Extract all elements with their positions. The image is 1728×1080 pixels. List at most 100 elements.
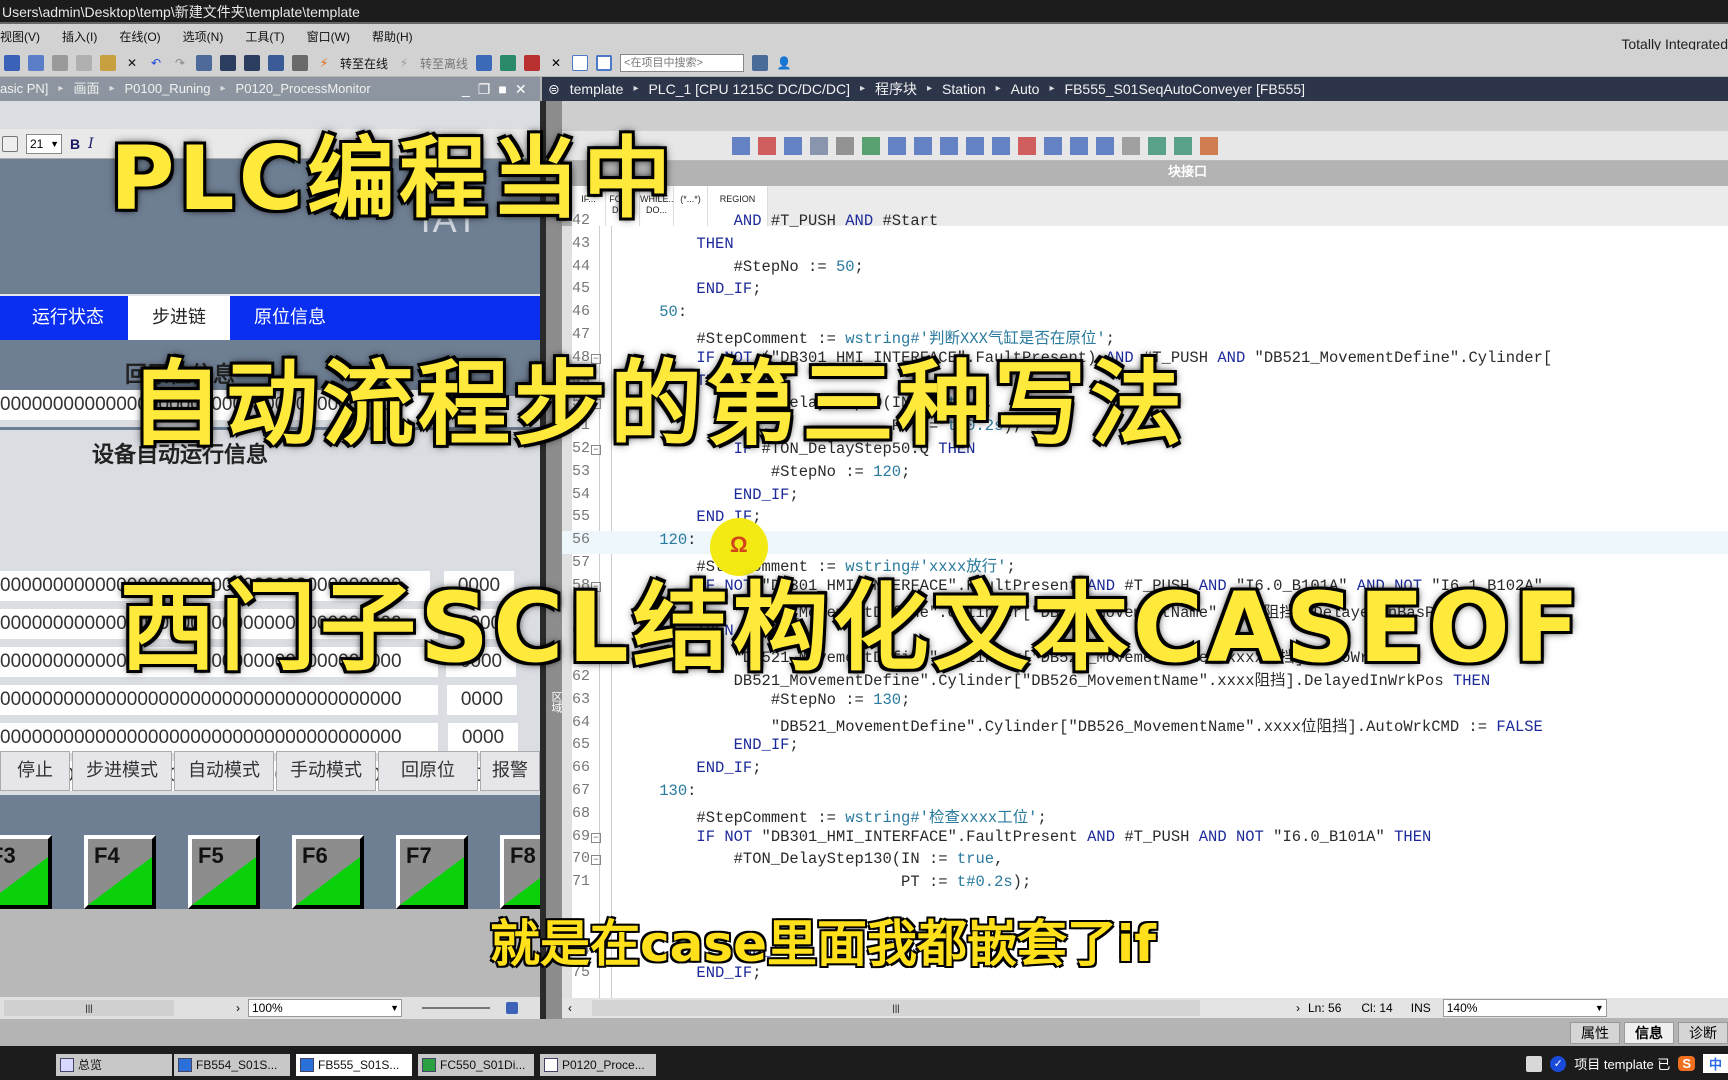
editor-tool-icon[interactable] — [940, 136, 958, 155]
ime-mode[interactable]: 中 — [1702, 1054, 1728, 1073]
editor-tool-icon[interactable] — [784, 136, 802, 155]
taskbar-item[interactable]: P0120_Proce... — [540, 1054, 656, 1076]
code-line[interactable]: 63 #StepNo := 130; — [562, 691, 1728, 714]
editor-tool-icon[interactable] — [1122, 136, 1140, 155]
user-icon[interactable]: 👤 — [776, 55, 792, 71]
upload-icon[interactable] — [244, 55, 260, 71]
editor-tool-icon[interactable] — [1174, 136, 1192, 155]
function-key[interactable]: F4 — [84, 835, 156, 909]
mode-button[interactable]: 步进模式 — [72, 751, 172, 791]
function-key[interactable]: F5 — [188, 835, 260, 909]
cut-icon[interactable] — [52, 55, 68, 71]
code-line[interactable]: 68 #StepComment := wstring#'检查xxxx工位'; — [562, 805, 1728, 828]
download-icon[interactable] — [220, 55, 236, 71]
menu-item[interactable]: 插入(I) — [62, 24, 97, 50]
editor-tool-icon[interactable] — [992, 136, 1010, 155]
code-line[interactable]: 70− #TON_DelayStep130(IN := true, — [562, 850, 1728, 873]
editor-tool-icon[interactable] — [732, 136, 750, 155]
breadcrumb-item[interactable]: P0120_ProcessMonitor — [236, 77, 371, 101]
editor-tool-icon[interactable] — [1070, 136, 1088, 155]
close-icon[interactable]: ✕ — [515, 77, 527, 101]
inspector-tab[interactable]: 属性 — [1570, 1022, 1620, 1044]
mode-button[interactable]: 报警 — [480, 751, 540, 791]
italic-button[interactable]: I — [88, 136, 94, 152]
code-line[interactable]: 46 50: — [562, 303, 1728, 326]
copy-icon[interactable] — [76, 55, 92, 71]
bold-button[interactable]: B — [70, 136, 80, 152]
menu-item[interactable]: 选项(N) — [183, 24, 224, 50]
fit-icon[interactable] — [506, 1002, 518, 1014]
save-icon[interactable] — [4, 55, 20, 71]
menu-item[interactable]: 在线(O) — [119, 24, 160, 50]
mode-button[interactable]: 停止 — [0, 751, 70, 791]
mode-button[interactable]: 手动模式 — [276, 751, 376, 791]
code-line[interactable]: 54 END_IF; — [562, 486, 1728, 509]
hmi-tab[interactable]: 运行状态 — [0, 296, 128, 340]
taskbar-item[interactable]: FB554_S01S... — [174, 1054, 290, 1076]
breadcrumb-item[interactable]: Station — [942, 77, 986, 101]
breadcrumb-item[interactable]: FB555_S01SeqAutoConveyer [FB555] — [1065, 77, 1306, 101]
menu-item[interactable]: 工具(T) — [245, 24, 284, 50]
breadcrumb-item[interactable]: 画面 — [73, 77, 99, 101]
hmi-hscroll[interactable]: ||| — [4, 1000, 174, 1016]
fold-toggle-icon[interactable]: − — [591, 832, 601, 843]
close-icon[interactable]: ✕ — [548, 55, 564, 71]
panel-toggle-icon[interactable] — [1526, 1055, 1543, 1072]
editor-tool-icon[interactable] — [1200, 136, 1218, 155]
editor-tool-icon[interactable] — [1096, 136, 1114, 155]
scroll-right-icon[interactable]: › — [236, 1001, 240, 1015]
inspector-tab[interactable]: 信息 — [1624, 1022, 1674, 1044]
breadcrumb-item[interactable]: 程序块 — [875, 77, 917, 101]
editor-tool-icon[interactable] — [836, 136, 854, 155]
scroll-left-icon[interactable]: ‹ — [568, 1001, 572, 1015]
search-icon[interactable] — [752, 55, 769, 71]
code-line[interactable]: 43 THEN — [562, 235, 1728, 258]
code-line[interactable]: 65 END_IF; — [562, 736, 1728, 759]
go-online-button[interactable]: 转至在线 — [340, 55, 388, 72]
go-offline-button[interactable]: 转至离线 — [420, 55, 468, 72]
fold-toggle-icon[interactable]: − — [591, 855, 601, 866]
code-line[interactable]: 42 AND #T_PUSH AND #Start — [562, 212, 1728, 235]
editor-hscroll[interactable]: ||| — [592, 1000, 1200, 1016]
font-size-select[interactable]: 21 ▼ — [26, 133, 62, 154]
editor-tool-icon[interactable] — [862, 136, 880, 155]
editor-tool-icon[interactable] — [758, 136, 776, 155]
editor-tool-icon[interactable] — [888, 136, 906, 155]
hmi-zoom-slider[interactable] — [422, 1007, 490, 1009]
taskbar-item[interactable]: FB555_S01S... — [296, 1054, 412, 1076]
mode-button[interactable]: 自动模式 — [174, 751, 274, 791]
code-line[interactable]: 66 END_IF; — [562, 759, 1728, 782]
code-line[interactable]: 64 "DB521_MovementDefine".Cylinder["DB52… — [562, 714, 1728, 737]
function-key[interactable]: F7 — [396, 835, 468, 909]
code-line[interactable]: 67 130: — [562, 782, 1728, 805]
paste-icon[interactable] — [100, 55, 116, 71]
minimize-icon[interactable]: _ — [462, 77, 470, 101]
editor-tool-icon[interactable] — [914, 136, 932, 155]
accessible-devices-icon[interactable] — [476, 55, 493, 71]
delete-icon[interactable]: ✕ — [124, 55, 140, 71]
maximize-icon[interactable]: ■ — [498, 77, 506, 101]
breadcrumb-item[interactable]: P0100_Runing — [124, 77, 210, 101]
menu-item[interactable]: 视图(V) — [0, 24, 40, 50]
project-search-input[interactable]: <在项目中搜索> — [620, 54, 745, 72]
code-line[interactable]: 69− IF NOT "DB301_HMI_INTERFACE".FaultPr… — [562, 828, 1728, 851]
split-horizontal-icon[interactable] — [572, 55, 589, 71]
breadcrumb-item[interactable]: PLC_1 [CPU 1215C DC/DC/DC] — [648, 77, 850, 101]
simulate-icon[interactable] — [268, 55, 284, 71]
editor-tool-icon[interactable] — [1044, 136, 1062, 155]
inspector-tab[interactable]: 诊断 — [1678, 1022, 1728, 1044]
taskbar-item[interactable]: FC550_S01Di... — [418, 1054, 534, 1076]
compile-icon[interactable] — [196, 55, 212, 71]
editor-tool-icon[interactable] — [966, 136, 984, 155]
block-interface-label[interactable]: 块接口 — [1168, 161, 1207, 180]
scroll-right-icon[interactable]: › — [1296, 1001, 1300, 1015]
undo-icon[interactable]: ↶ — [148, 55, 164, 71]
editor-zoom-select[interactable]: 140% ▼ — [1442, 999, 1607, 1017]
breadcrumb-item[interactable]: template — [570, 77, 624, 101]
code-line[interactable]: 53 #StepNo := 120; — [562, 463, 1728, 486]
split-vertical-icon[interactable] — [596, 55, 613, 71]
breadcrumb-item[interactable]: Auto — [1011, 77, 1040, 101]
function-key[interactable]: F3 — [0, 835, 52, 909]
editor-tool-icon[interactable] — [1148, 136, 1166, 155]
taskbar-item[interactable]: 总览 — [56, 1054, 172, 1076]
